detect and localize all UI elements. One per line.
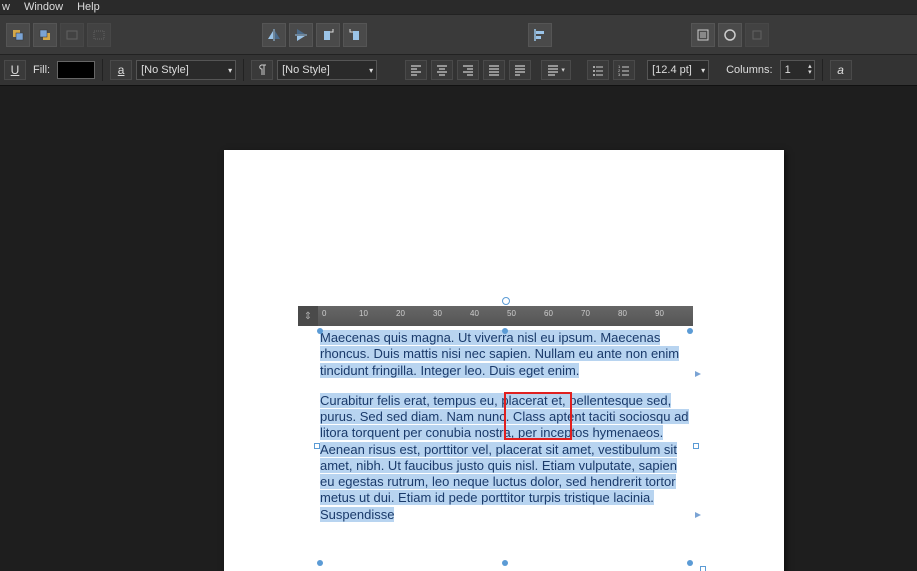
handle-out-right[interactable] (700, 566, 706, 571)
align-more-button[interactable]: ▾ (541, 60, 571, 80)
menu-help[interactable]: Help (77, 1, 100, 13)
layer-up-button[interactable] (6, 23, 30, 47)
handle-bot-left[interactable] (317, 560, 323, 566)
handle-bot-right[interactable] (687, 560, 693, 566)
menu-view[interactable]: w (2, 1, 10, 13)
shape-circle-button[interactable] (718, 23, 742, 47)
align-left-button[interactable] (405, 60, 427, 80)
toolbar-main (0, 14, 917, 54)
rotate-right-button[interactable] (343, 23, 367, 47)
text-frame-button[interactable] (691, 23, 715, 47)
align-right-button[interactable] (457, 60, 479, 80)
rotate-left-button[interactable] (316, 23, 340, 47)
paragraph-2[interactable]: Curabitur felis erat, tempus eu, placera… (320, 393, 689, 522)
columns-label: Columns: (726, 64, 772, 76)
text-content[interactable]: Maecenas quis magna. Ut viverra nisl eu … (320, 330, 690, 523)
font-size-dropdown[interactable]: [12.4 pt]▾ (647, 60, 709, 80)
list-bullet-button[interactable] (587, 60, 609, 80)
flow-out-arrow (693, 510, 703, 520)
handle-mid-right[interactable] (693, 443, 699, 449)
underline-button[interactable]: U (4, 60, 26, 80)
handle-top-mid[interactable] (502, 328, 508, 334)
smallcaps-button[interactable]: a (830, 60, 852, 80)
flip-vertical-button[interactable] (289, 23, 313, 47)
handle-mid-left[interactable] (314, 443, 320, 449)
shape-other-button (745, 23, 769, 47)
ruler-ticks: 0 10 20 30 40 50 60 70 80 90 (318, 306, 693, 326)
align-left-edge-button[interactable] (528, 23, 552, 47)
rotation-handle[interactable] (502, 297, 510, 305)
toolbar-text: U Fill: a [No Style]▾ [No Style]▾ ▾ 123 … (0, 54, 917, 86)
paragraph-style-dropdown[interactable]: [No Style]▾ (277, 60, 377, 80)
fill-label: Fill: (33, 64, 50, 76)
svg-text:3: 3 (618, 72, 621, 76)
handle-top-right[interactable] (687, 328, 693, 334)
canvas[interactable]: ⇕ 0 10 20 30 40 50 60 70 80 90 Maecenas … (0, 86, 917, 571)
paragraph-1[interactable]: Maecenas quis magna. Ut viverra nisl eu … (320, 330, 679, 378)
columns-spinner[interactable]: 1▴▾ (780, 60, 815, 80)
handle-top-left[interactable] (317, 328, 323, 334)
menu-bar: w Window Help (0, 0, 917, 14)
list-number-button[interactable]: 123 (613, 60, 635, 80)
fill-color-swatch[interactable] (57, 61, 95, 79)
handle-bot-mid[interactable] (502, 560, 508, 566)
layer-down-button[interactable] (33, 23, 57, 47)
char-style-icon: a (110, 60, 132, 80)
flow-in-arrow (693, 369, 703, 379)
align-center-button[interactable] (431, 60, 453, 80)
menu-window[interactable]: Window (24, 1, 63, 13)
text-frame[interactable]: Maecenas quis magna. Ut viverra nisl eu … (320, 330, 690, 565)
align-justify-button[interactable] (483, 60, 505, 80)
ruler-drag-handle[interactable]: ⇕ (298, 306, 318, 326)
ungroup-button (87, 23, 111, 47)
para-style-icon (251, 60, 273, 80)
character-style-dropdown[interactable]: [No Style]▾ (136, 60, 236, 80)
flip-horizontal-button[interactable] (262, 23, 286, 47)
text-ruler[interactable]: ⇕ 0 10 20 30 40 50 60 70 80 90 (298, 306, 693, 326)
align-justify-last-button[interactable] (509, 60, 531, 80)
group-button (60, 23, 84, 47)
